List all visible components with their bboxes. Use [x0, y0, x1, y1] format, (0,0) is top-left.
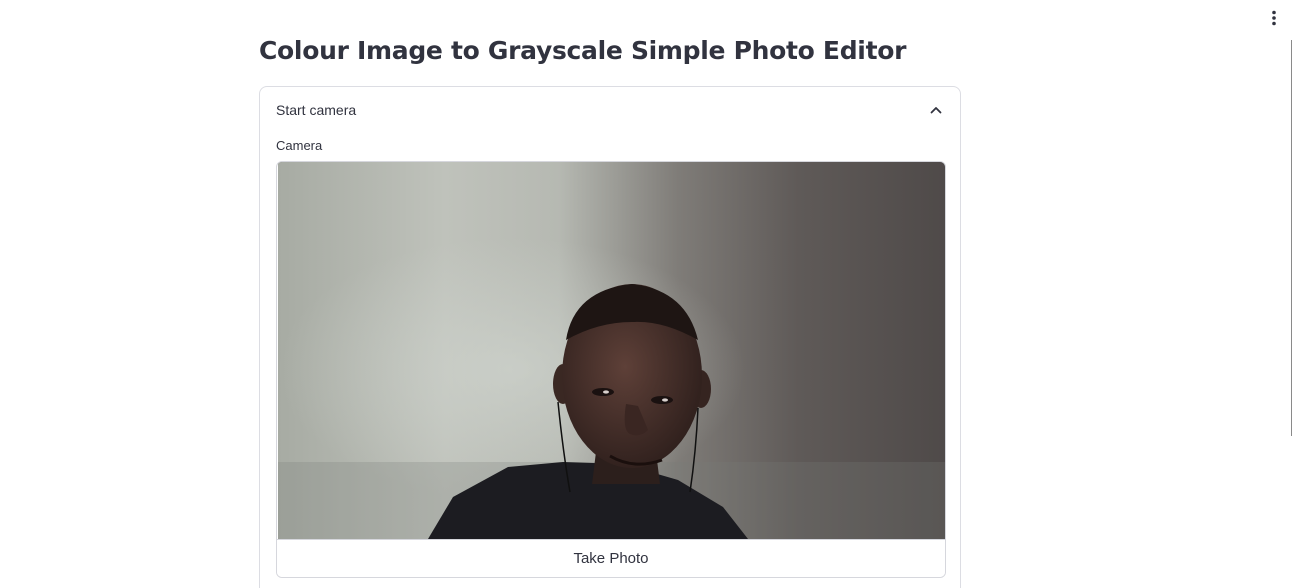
camera-expander: Start camera Camera Take Photo	[259, 86, 961, 588]
camera-label: Camera	[276, 138, 323, 153]
camera-feed	[278, 162, 945, 539]
main-menu-button[interactable]	[1262, 6, 1286, 30]
take-photo-button[interactable]: Take Photo	[277, 539, 945, 577]
streamlit-app: Colour Image to Grayscale Simple Photo E…	[0, 0, 1292, 588]
chevron-up-icon	[928, 102, 944, 118]
expander-header[interactable]: Start camera	[260, 87, 960, 133]
camera-input-widget: Take Photo	[276, 161, 946, 578]
page-title: Colour Image to Grayscale Simple Photo E…	[259, 36, 907, 65]
expander-label: Start camera	[276, 102, 357, 118]
vertical-ellipsis-icon	[1272, 10, 1276, 26]
